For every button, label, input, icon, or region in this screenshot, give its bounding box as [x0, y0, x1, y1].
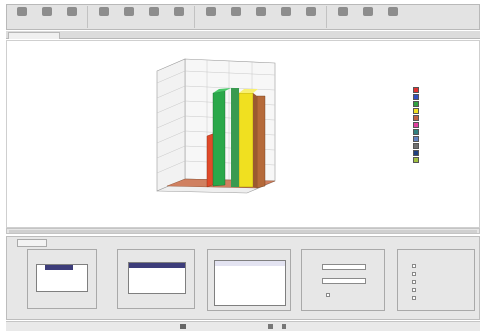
legend-swatch	[413, 121, 419, 128]
list-two-selected-row[interactable]	[129, 263, 185, 268]
rotate-button[interactable]	[198, 5, 223, 29]
new-document-icon	[16, 7, 27, 16]
chart-bar-brown-side	[253, 93, 257, 188]
legend-item	[413, 149, 469, 156]
group-two	[117, 249, 195, 309]
horizontal-scrollbar[interactable]	[6, 228, 480, 234]
list-three-row[interactable]	[215, 296, 285, 301]
format-icon	[255, 7, 266, 16]
chart-bar-yellow	[238, 92, 254, 188]
group-one	[27, 249, 97, 309]
status-bar	[6, 321, 480, 331]
chart-bar-brown	[256, 95, 266, 189]
status-icon	[268, 324, 273, 329]
legend-item	[413, 128, 469, 135]
legend-button[interactable]	[298, 5, 323, 29]
save-icon	[66, 7, 77, 16]
legend-item	[413, 121, 469, 128]
help-button[interactable]	[380, 5, 405, 29]
field-two[interactable]	[322, 278, 366, 284]
group-three	[207, 249, 291, 311]
legend-item	[413, 93, 469, 100]
legend-swatch	[413, 100, 419, 107]
chart-bar-green	[212, 90, 226, 187]
axis-icon	[280, 7, 291, 16]
legend-item	[413, 142, 469, 149]
legend-swatch	[413, 156, 419, 163]
format-button[interactable]	[248, 5, 273, 29]
legend-item	[413, 107, 469, 114]
copy-icon	[123, 7, 134, 16]
toolbar-separator	[326, 6, 327, 28]
option-checkbox[interactable]	[412, 280, 416, 284]
chart-3d-svg	[156, 58, 276, 194]
chart-canvas	[6, 40, 480, 228]
panel-tab[interactable]	[17, 239, 47, 247]
legend-swatch	[413, 128, 419, 135]
chart-legend	[413, 86, 469, 163]
option-checkbox[interactable]	[412, 264, 416, 268]
new-button[interactable]	[9, 5, 34, 29]
properties-panel	[6, 236, 480, 320]
field-one[interactable]	[322, 264, 366, 270]
save-button[interactable]	[59, 5, 84, 29]
legend-swatch	[413, 93, 419, 100]
status-icon	[180, 324, 186, 329]
document-tab-bar	[6, 31, 480, 39]
list-one[interactable]	[36, 264, 88, 292]
option-checkbox[interactable]	[412, 272, 416, 276]
legend-item	[413, 135, 469, 142]
chart-icon	[173, 7, 184, 16]
option-checkbox[interactable]	[412, 288, 416, 292]
legend-item	[413, 114, 469, 121]
document-tab[interactable]	[8, 32, 60, 39]
copy-button[interactable]	[116, 5, 141, 29]
toolbar-separator	[194, 6, 195, 28]
legend-swatch	[413, 86, 419, 93]
legend-item	[413, 86, 469, 93]
legend-item	[413, 156, 469, 163]
chart-bar-green-back	[231, 88, 239, 187]
legend-swatch	[413, 142, 419, 149]
legend-icon	[305, 7, 316, 16]
legend-swatch	[413, 135, 419, 142]
legend-item	[413, 100, 469, 107]
zoom-button[interactable]	[223, 5, 248, 29]
toolbar-separator	[87, 6, 88, 28]
list-one-selected-row[interactable]	[45, 265, 73, 270]
zoom-icon	[230, 7, 241, 16]
paste-icon	[148, 7, 159, 16]
rotate-icon	[205, 7, 216, 16]
list-two[interactable]	[128, 262, 186, 294]
print-button[interactable]	[91, 5, 116, 29]
open-button[interactable]	[34, 5, 59, 29]
option-checkbox[interactable]	[412, 296, 416, 300]
export-icon	[362, 7, 373, 16]
legend-swatch	[413, 114, 419, 121]
help-icon	[387, 7, 398, 16]
export-button[interactable]	[355, 5, 380, 29]
axis-button[interactable]	[273, 5, 298, 29]
status-icon	[282, 324, 286, 329]
legend-swatch	[413, 149, 419, 156]
main-toolbar	[6, 4, 480, 30]
paste-button[interactable]	[141, 5, 166, 29]
option-checkbox[interactable]	[326, 293, 330, 297]
print-icon	[98, 7, 109, 16]
group-four	[301, 249, 385, 311]
legend-swatch	[413, 107, 419, 114]
list-three[interactable]	[214, 260, 286, 306]
chart-type-button[interactable]	[166, 5, 191, 29]
data-button[interactable]	[330, 5, 355, 29]
data-icon	[337, 7, 348, 16]
scrollbar-thumb[interactable]	[9, 230, 477, 233]
group-five	[397, 249, 475, 311]
open-folder-icon	[41, 7, 52, 16]
